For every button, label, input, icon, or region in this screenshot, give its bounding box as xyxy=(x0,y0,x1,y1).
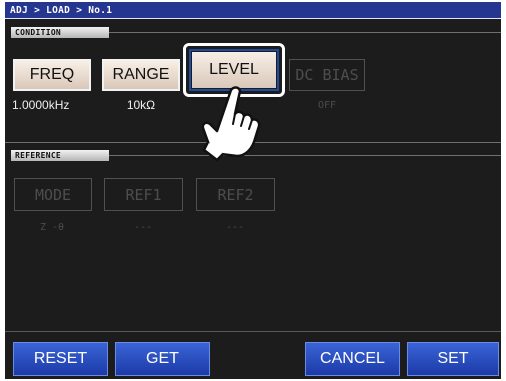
condition-section-label: CONDITION xyxy=(11,27,109,38)
get-button[interactable]: GET xyxy=(115,342,210,376)
reference-divider xyxy=(109,155,501,156)
condition-divider xyxy=(109,32,501,33)
freq-value: 1.0000kHz xyxy=(12,98,70,112)
hand-pointer-icon xyxy=(201,86,261,162)
reference-section-label: REFERENCE xyxy=(11,150,109,161)
screen: ADJ > LOAD > No.1 CONDITION FREQ RANGE L… xyxy=(5,2,501,379)
level-button[interactable]: LEVEL xyxy=(192,52,276,88)
range-button[interactable]: RANGE xyxy=(102,59,180,91)
reset-button[interactable]: RESET xyxy=(13,342,108,376)
ref1-button[interactable]: REF1 xyxy=(104,178,183,211)
set-button[interactable]: SET xyxy=(407,342,499,376)
dc-bias-button[interactable]: DC BIAS xyxy=(289,59,365,91)
footer-divider xyxy=(5,331,501,332)
freq-button[interactable]: FREQ xyxy=(13,59,91,91)
breadcrumb: ADJ > LOAD > No.1 xyxy=(5,2,501,19)
ref2-value: --- xyxy=(225,222,245,233)
mode-button[interactable]: MODE xyxy=(14,178,92,211)
mode-value: Z -θ xyxy=(39,222,65,233)
ref1-value: --- xyxy=(133,222,153,233)
range-value: 10kΩ xyxy=(126,98,156,112)
dc-bias-value: OFF xyxy=(317,100,337,111)
ref2-button[interactable]: REF2 xyxy=(196,178,275,211)
cancel-button[interactable]: CANCEL xyxy=(305,342,400,376)
